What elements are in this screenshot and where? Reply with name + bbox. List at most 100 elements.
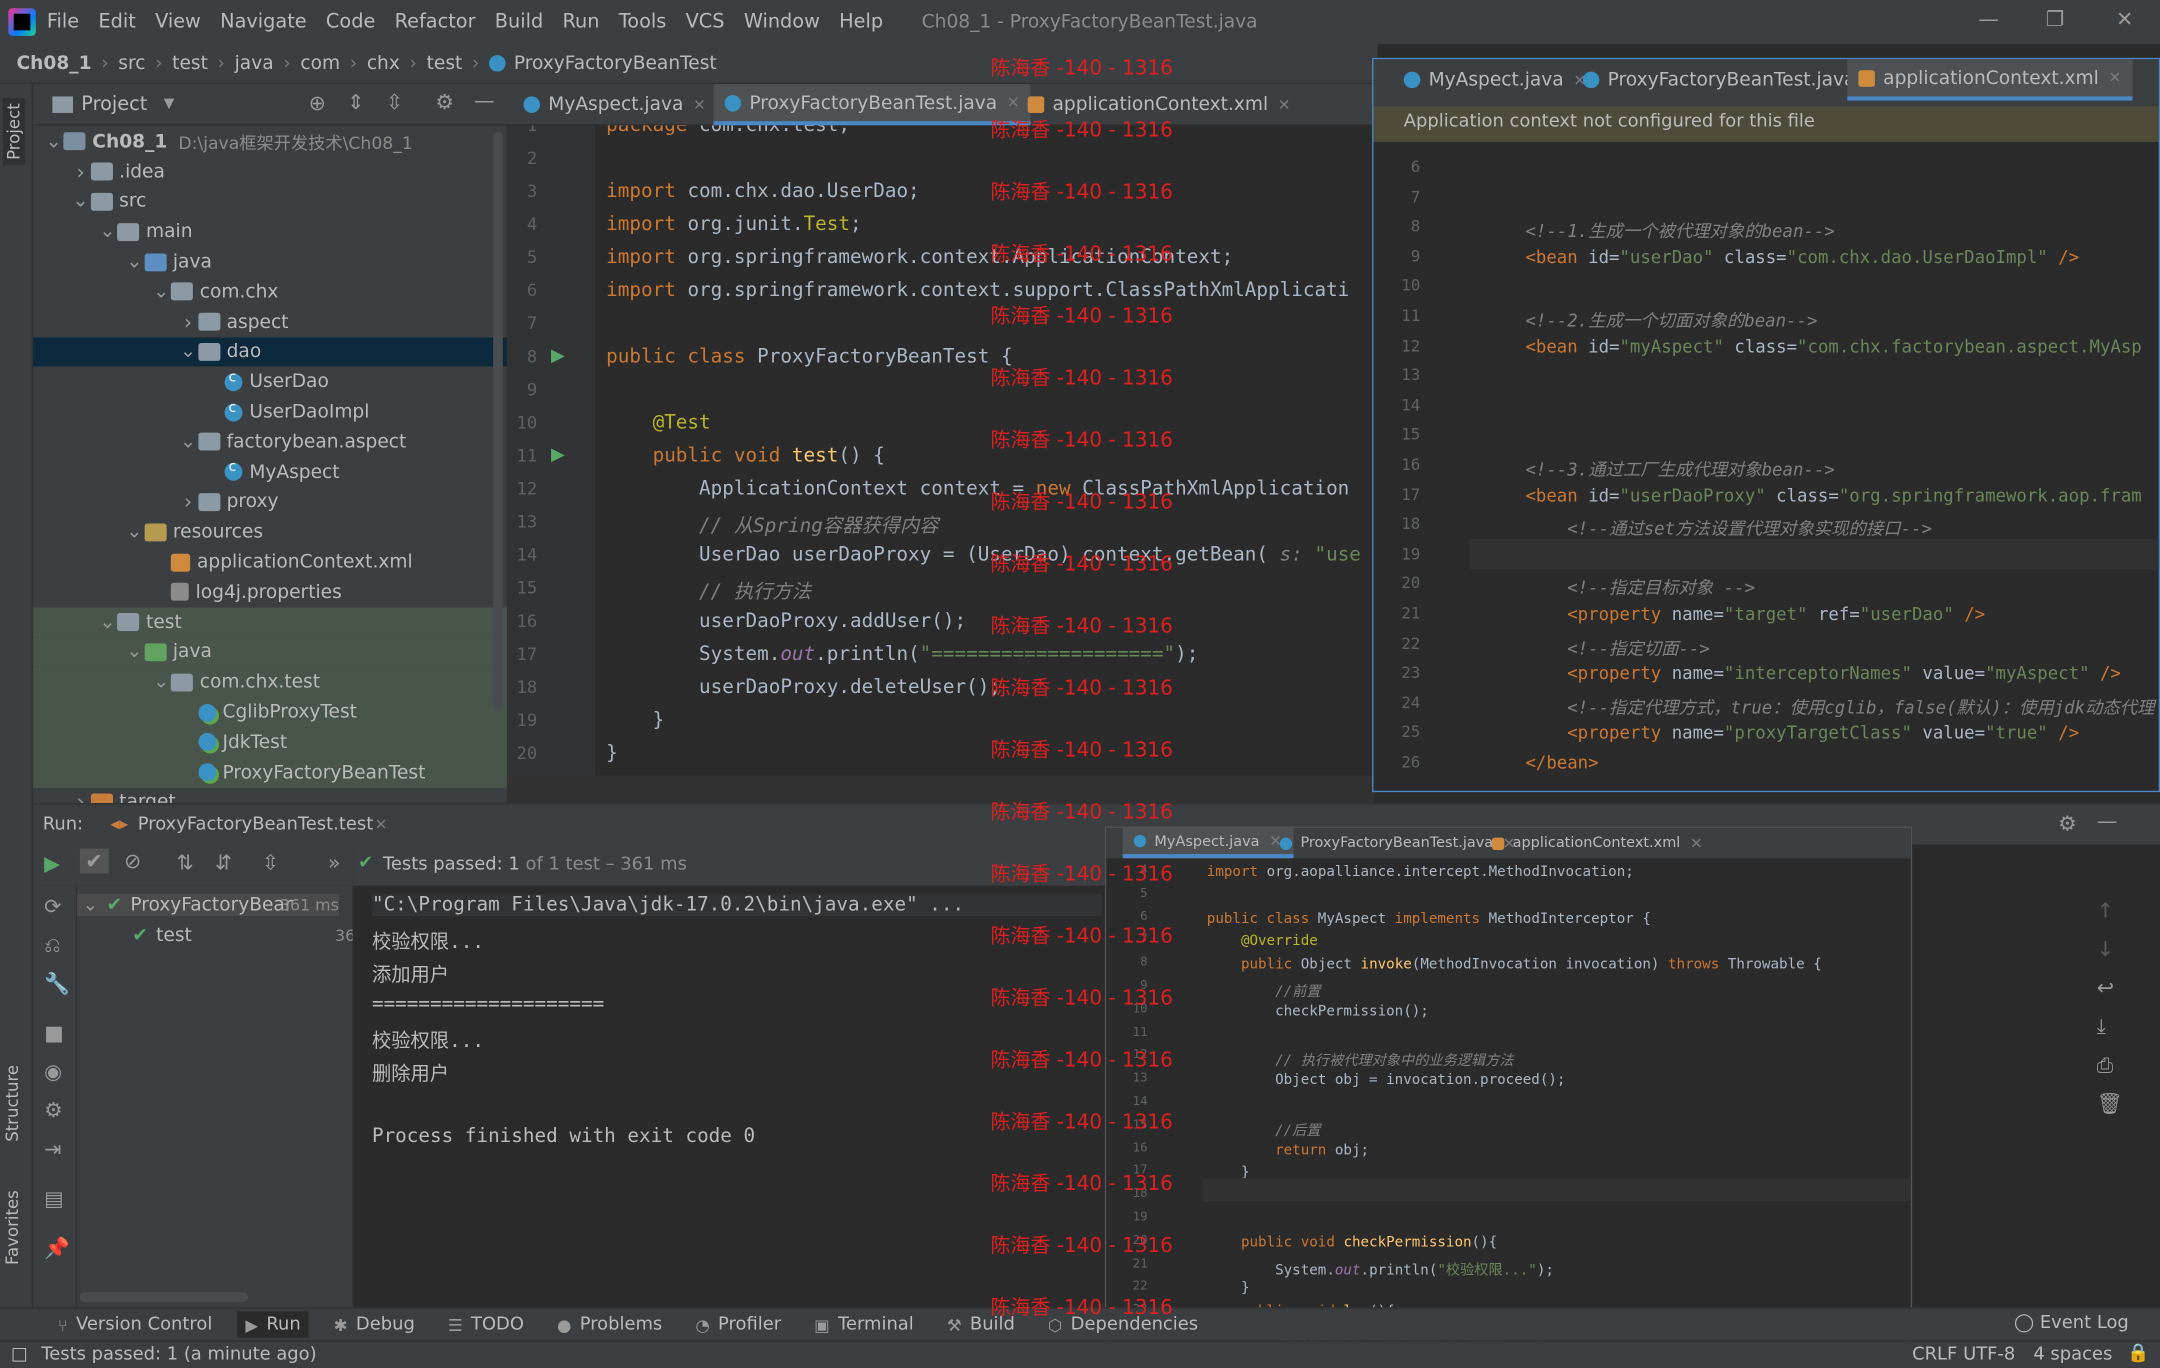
menu-window[interactable]: Window xyxy=(744,11,820,33)
aspect-code[interactable]: 4 import org.aopalliance.intercept.Method… xyxy=(1106,858,1911,1366)
close-tab-icon[interactable]: ✕ xyxy=(2108,69,2121,87)
code-line[interactable]: <!--通过set方法设置代理对象实现的接口--> xyxy=(1484,514,1932,540)
print-icon[interactable]: ⎙ xyxy=(2097,1052,2114,1077)
chevron-down-icon[interactable]: ⌄ xyxy=(125,521,144,543)
code-line[interactable]: import org.junit.Test; xyxy=(606,214,862,236)
code-line[interactable]: <!--指定代理方式，true：使用cglib，false(默认)：使用jdk动… xyxy=(1484,693,2154,719)
settings-icon[interactable]: ⚙ xyxy=(44,1098,63,1123)
wrench-icon[interactable]: 🔧 xyxy=(44,971,70,996)
expand-icon[interactable]: ⇳ xyxy=(262,850,279,875)
pin-icon[interactable]: 📌 xyxy=(44,1236,70,1261)
code-line[interactable]: Object obj = invocation.proceed(); xyxy=(1207,1072,1565,1089)
chevron-down-icon[interactable]: ⌄ xyxy=(44,131,63,153)
code-line[interactable]: public void test() { xyxy=(606,445,885,467)
tree-item[interactable]: MyAspect xyxy=(33,457,507,487)
code-line[interactable]: <property name="interceptorNames" value=… xyxy=(1484,663,2121,684)
code-line[interactable]: // 执行方法 xyxy=(606,577,811,605)
test-node[interactable]: ⌄ ✔ ProxyFactoryBear 361 ms xyxy=(77,894,339,917)
code-line[interactable]: <!--指定目标对象 --> xyxy=(1484,574,1755,600)
code-line[interactable]: package com.chx.test; xyxy=(606,125,850,136)
tree-item[interactable]: ⌄ java xyxy=(33,247,507,277)
event-log-label[interactable]: Event Log xyxy=(2040,1313,2129,1334)
chevron-right-icon[interactable]: › xyxy=(71,790,90,803)
tab-proxyfactorybeantest-java[interactable]: ProxyFactoryBeanTest.java✕ xyxy=(713,84,1031,126)
close-run-tab-icon[interactable]: ✕ xyxy=(375,816,388,834)
code-line[interactable]: userDaoProxy.addUser(); xyxy=(606,610,966,632)
gear-icon[interactable]: ⚙ xyxy=(435,90,454,115)
test-tree-scrollbar[interactable] xyxy=(79,1292,248,1302)
close-tab-icon[interactable]: ✕ xyxy=(1278,96,1291,114)
file-encoding[interactable]: UTF-8 xyxy=(1963,1345,2015,1366)
tree-item[interactable]: UserDao xyxy=(33,367,507,397)
code-line[interactable]: <property name="proxyTargetClass" value=… xyxy=(1484,722,2079,743)
code-line[interactable]: <!--2.生成一个切面对象的bean--> xyxy=(1484,306,1817,332)
show-passed-icon[interactable]: ✔ xyxy=(79,848,109,874)
chevron-down-icon[interactable]: ⌄ xyxy=(152,671,171,693)
history-icon[interactable]: ⟳ xyxy=(44,894,61,919)
rerun-icon[interactable]: ▶ xyxy=(44,851,60,876)
code-line[interactable]: import org.aopalliance.intercept.MethodI… xyxy=(1207,864,1634,881)
menu-refactor[interactable]: Refactor xyxy=(395,11,476,33)
trash-icon[interactable]: 🗑 xyxy=(2097,1091,2123,1116)
chevron-down-icon[interactable]: ⌄ xyxy=(71,191,90,213)
indent-setting[interactable]: 4 spaces xyxy=(2033,1345,2112,1366)
floating-aspect-editor[interactable]: MyAspect.java ✕ ProxyFactoryBeanTest.java ✕… xyxy=(1104,826,1913,1368)
code-line[interactable]: import org.springframework.context.suppo… xyxy=(606,280,1349,302)
show-ignored-icon[interactable]: ⊘ xyxy=(124,849,141,874)
stop-icon[interactable]: ■ xyxy=(44,1021,64,1046)
menu-tools[interactable]: Tools xyxy=(619,11,667,33)
code-line[interactable]: <!--1.生成一个被代理对象的bean--> xyxy=(1484,217,1834,243)
menu-help[interactable]: Help xyxy=(839,11,883,33)
chevron-down-icon[interactable]: ⌄ xyxy=(83,894,99,916)
chevron-down-icon[interactable]: ⌄ xyxy=(178,431,197,453)
code-line[interactable]: System.out.println("====================… xyxy=(606,643,1198,665)
locate-icon[interactable]: ⊕ xyxy=(309,91,326,116)
more-icon[interactable]: » xyxy=(328,850,341,875)
chevron-right-icon[interactable]: › xyxy=(178,310,197,335)
breadcrumb-item[interactable]: ProxyFactoryBeanTest xyxy=(514,52,717,74)
tree-item[interactable]: › proxy xyxy=(33,487,507,517)
tree-item[interactable]: ⌄ com.chx xyxy=(33,277,507,307)
scroll-up-icon[interactable]: ↑ xyxy=(2097,898,2114,923)
scroll-down-icon[interactable]: ↓ xyxy=(2097,937,2114,962)
soft-wrap-icon[interactable]: ↩ xyxy=(2097,975,2114,1000)
tab-myaspect-java[interactable]: MyAspect.java ✕ xyxy=(1122,827,1293,859)
tree-item[interactable]: ⌄ java xyxy=(33,637,507,668)
tab-applicationcontext-xml[interactable]: applicationContext.xml ✕ xyxy=(1481,828,1714,858)
chevron-down-icon[interactable]: ⌄ xyxy=(125,251,144,273)
scroll-end-icon[interactable]: ⤓ xyxy=(2097,1014,2106,1039)
menu-file[interactable]: File xyxy=(47,11,79,33)
tool-tab-debug[interactable]: ✱ Debug xyxy=(326,1311,424,1337)
menu-navigate[interactable]: Navigate xyxy=(220,11,307,33)
tree-item[interactable]: log4j.properties xyxy=(33,577,507,607)
run-gutter-icon[interactable]: ▶ xyxy=(551,346,565,367)
tree-item[interactable]: ProxyFactoryBeanTest xyxy=(33,757,507,788)
breadcrumb-item[interactable]: test xyxy=(427,52,463,74)
code-line[interactable]: return obj; xyxy=(1207,1141,1369,1158)
code-line[interactable]: } xyxy=(606,743,618,765)
breadcrumb-item[interactable]: src xyxy=(118,52,145,74)
chevron-down-icon[interactable]: ▼ xyxy=(164,96,175,111)
code-editor[interactable]: 1 package com.chx.test; 2 3 import com.chx.d… xyxy=(506,125,1375,804)
code-line[interactable]: //后置 xyxy=(1207,1118,1320,1139)
breadcrumb-item[interactable]: com xyxy=(300,52,340,74)
chevron-down-icon[interactable]: ⌄ xyxy=(125,641,144,663)
tree-item[interactable]: ⌄ factorybean.aspect xyxy=(33,427,507,457)
tree-item[interactable]: applicationContext.xml xyxy=(33,547,507,577)
code-line[interactable]: public Object invoke(MethodInvocation in… xyxy=(1207,956,1822,973)
code-line[interactable]: <bean id="userDaoProxy" class="org.sprin… xyxy=(1484,484,2141,505)
breadcrumb-item[interactable]: java xyxy=(235,52,274,74)
chevron-down-icon[interactable]: ⌄ xyxy=(152,281,171,303)
collapse-all-icon[interactable]: ⇳ xyxy=(386,90,403,115)
tab-myaspect-java[interactable]: MyAspect.java ✕ xyxy=(512,84,716,125)
tree-item[interactable]: › .idea xyxy=(33,157,507,187)
sort-alpha-icon[interactable]: ⇅ xyxy=(176,850,193,875)
structure-tool-tab[interactable]: Structure xyxy=(3,1065,22,1142)
chevron-right-icon[interactable]: › xyxy=(71,159,90,184)
code-line[interactable]: //前置 xyxy=(1207,979,1320,1001)
project-title[interactable]: Project xyxy=(81,93,147,115)
menu-view[interactable]: View xyxy=(155,11,201,33)
chevron-down-icon[interactable]: ⌄ xyxy=(98,611,117,633)
restore-icon[interactable]: ❐ xyxy=(2046,7,2065,32)
tree-item[interactable]: ⌄ resources xyxy=(33,517,507,547)
